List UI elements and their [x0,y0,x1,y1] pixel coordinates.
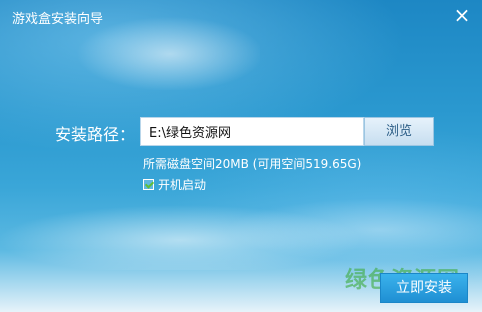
title-bar[interactable]: 游戏盒安装向导 × [0,0,482,32]
installer-window: 游戏盒安装向导 × 安装路径： 浏览 所需磁盘空间20MB (可用空间519.6… [0,0,482,312]
install-path-input[interactable] [140,117,364,146]
background-clouds [0,190,482,270]
install-path-label: 安装路径： [55,125,136,144]
window-title: 游戏盒安装向导 [12,12,104,27]
autostart-checkbox[interactable] [143,178,154,190]
autostart-option[interactable]: 开机启动 [143,176,206,192]
install-now-button[interactable]: 立即安装 [380,273,468,303]
autostart-label: 开机启动 [158,177,207,192]
disk-space-info: 所需磁盘空间20MB (可用空间519.65G) [143,157,362,171]
close-icon[interactable]: × [452,5,472,25]
browse-button[interactable]: 浏览 [364,117,434,146]
